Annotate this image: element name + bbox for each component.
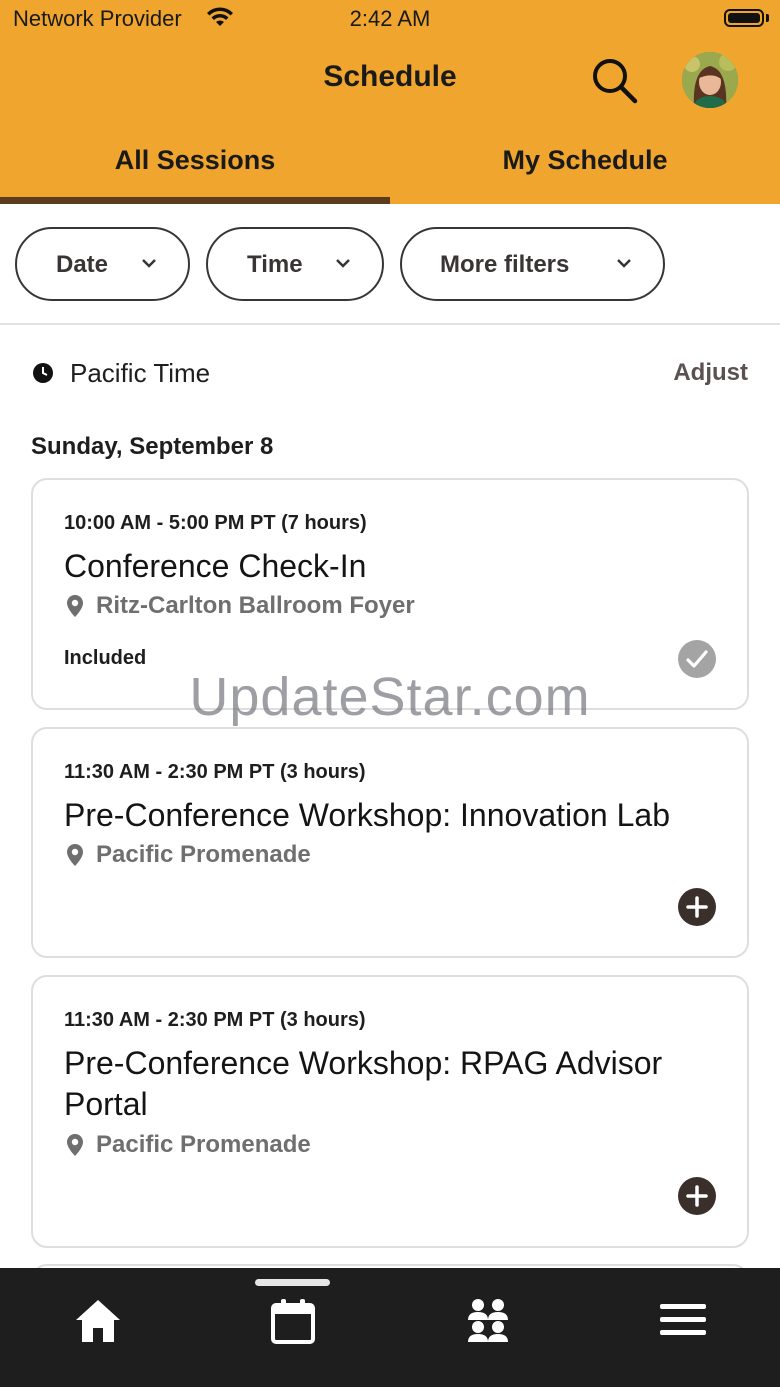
- location-pin-icon: [67, 844, 83, 866]
- session-title: Pre-Conference Workshop: Innovation Lab: [64, 797, 670, 833]
- selected-tab-indicator: [0, 197, 390, 204]
- day-heading: Sunday, September 8: [31, 433, 274, 460]
- filter-bar: Date Time More filters: [0, 204, 780, 325]
- menu-icon[interactable]: [660, 1302, 706, 1338]
- time-filter-button[interactable]: Time: [206, 227, 384, 301]
- tab-all-sessions[interactable]: All Sessions: [0, 145, 390, 176]
- time-filter-label: Time: [247, 251, 303, 278]
- search-icon[interactable]: [590, 56, 638, 104]
- date-filter-button[interactable]: Date: [15, 227, 190, 301]
- clock-icon: [33, 363, 53, 383]
- session-title: Conference Check-In: [64, 548, 367, 584]
- session-time: 11:30 AM - 2:30 PM PT (3 hours): [64, 761, 366, 783]
- add-icon[interactable]: [678, 888, 716, 926]
- timezone-label: Pacific Time: [70, 358, 211, 388]
- watermark: UpdateStar.com: [189, 667, 591, 727]
- selected-tab-indicator-bottom: [255, 1279, 330, 1286]
- chevron-down-icon: [617, 259, 631, 268]
- page-title: Schedule: [323, 60, 457, 93]
- app-header: Network Provider 2:42 AM Schedule All Se…: [0, 0, 780, 204]
- add-icon[interactable]: [678, 1177, 716, 1215]
- session-card[interactable]: 11:30 AM - 2:30 PM PT (3 hours) Pre-Conf…: [31, 727, 749, 958]
- session-time: 10:00 AM - 5:00 PM PT (7 hours): [64, 512, 367, 534]
- battery-icon: [724, 9, 764, 27]
- calendar-icon[interactable]: [270, 1297, 316, 1345]
- people-icon[interactable]: [465, 1298, 511, 1342]
- more-filters-button[interactable]: More filters: [400, 227, 665, 301]
- session-location-text: Pacific Promenade: [96, 841, 311, 868]
- chevron-down-icon: [142, 259, 156, 268]
- date-filter-label: Date: [56, 251, 109, 278]
- adjust-timezone-button[interactable]: Adjust: [673, 359, 748, 387]
- home-icon[interactable]: [74, 1296, 122, 1344]
- status-time: 2:42 AM: [349, 6, 431, 31]
- session-title: Pre-Conference Workshop: RPAG Advisor Po…: [64, 1045, 663, 1122]
- location-pin-icon: [67, 595, 83, 617]
- session-location-text: Ritz-Carlton Ballroom Foyer: [96, 592, 415, 619]
- avatar[interactable]: [682, 52, 738, 108]
- more-filters-label: More filters: [440, 251, 570, 278]
- battery-tip: [766, 14, 769, 22]
- tab-my-schedule[interactable]: My Schedule: [390, 145, 780, 176]
- location-pin-icon: [67, 1134, 83, 1156]
- session-card[interactable]: 11:30 AM - 2:30 PM PT (3 hours) Pre-Conf…: [31, 975, 749, 1248]
- session-time: 11:30 AM - 2:30 PM PT (3 hours): [64, 1009, 366, 1031]
- session-location-text: Pacific Promenade: [96, 1131, 311, 1158]
- chevron-down-icon: [336, 259, 350, 268]
